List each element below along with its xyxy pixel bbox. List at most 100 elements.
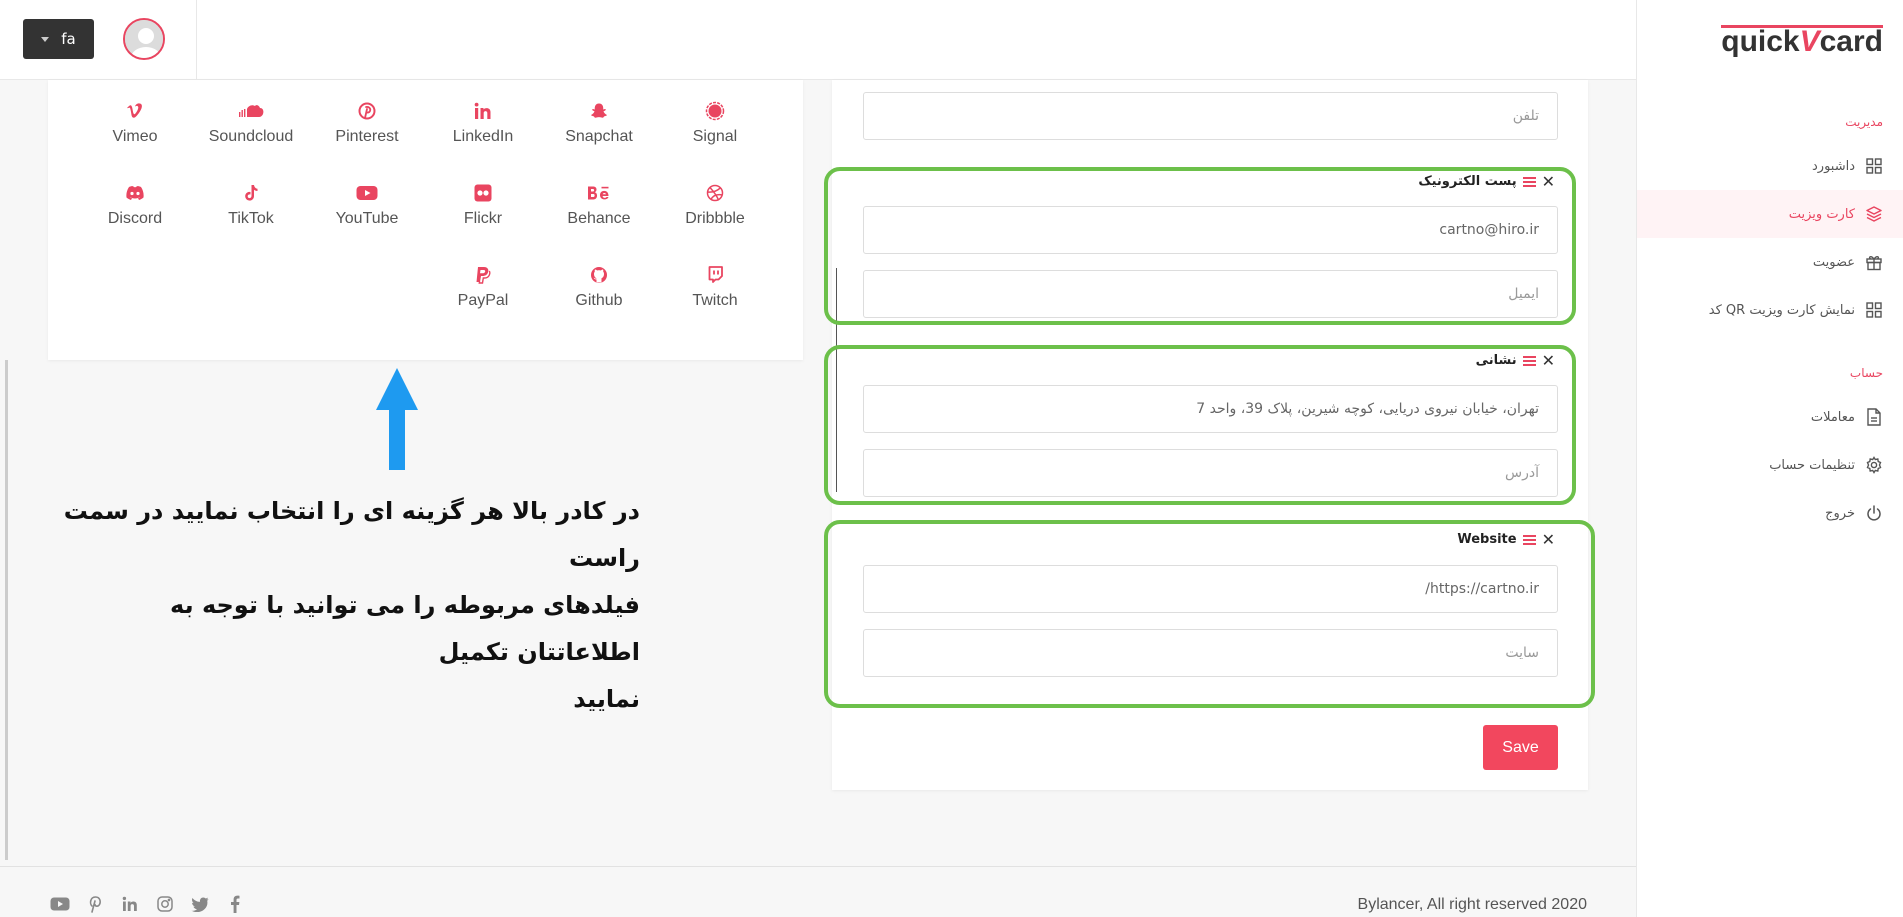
social-label: Snapchat [565,128,633,145]
language-label: fa [61,30,76,48]
email-label-field[interactable]: ایمیل [863,270,1558,318]
logo-text-card: card [1819,25,1883,58]
website-value: https://cartno.ir/ [1425,581,1539,597]
twitch-icon [660,264,770,286]
annotation-line-2: فیلدهای مربوطه را می توانید با توجه به ا… [170,591,640,666]
github-icon [544,264,654,286]
social-label: Soundcloud [208,128,294,145]
website-group-title: Website [1457,532,1517,547]
sidebar-item-qr-code[interactable]: کد QR نمایش کارت ویزیت [1637,286,1903,334]
sidebar-item-logout[interactable]: خروج [1637,489,1903,537]
save-button[interactable]: Save [1483,725,1558,770]
social-label: TikTok [228,210,274,227]
close-icon[interactable]: ✕ [1542,172,1555,191]
sidebar-item-label: تنظیمات حساب [1769,457,1855,473]
pinterest-icon[interactable] [85,895,105,913]
sidebar-item-business-card[interactable]: کارت ویزیت [1637,190,1903,238]
social-option-linkedin[interactable]: LinkedIn [428,100,538,146]
address-value-field[interactable]: تهران، خیابان نیروی دریایی، کوچه شیرین، … [863,385,1558,433]
close-icon[interactable]: ✕ [1542,530,1555,549]
social-option-dribbble[interactable]: Dribbble [660,182,770,228]
soundcloud-icon [196,100,306,122]
gift-icon [1865,253,1883,271]
sidebar-item-account-settings[interactable]: تنظیمات حساب [1637,441,1903,489]
social-option-soundcloud[interactable]: Soundcloud [196,100,306,146]
sidebar-item-membership[interactable]: عضویت [1637,238,1903,286]
social-label: Vimeo [112,128,158,145]
sidebar-item-transactions[interactable]: معاملات [1637,393,1903,441]
website-value-field[interactable]: https://cartno.ir/ [863,565,1558,613]
address-group-header: نشانی ✕ [1476,351,1555,370]
social-option-discord[interactable]: Discord [80,182,190,228]
logo-text-v: V [1799,25,1820,58]
social-option-paypal[interactable]: PayPal [428,264,538,310]
social-label: LinkedIn [452,128,514,145]
email-value-field[interactable]: cartno@hiro.ir [863,206,1558,254]
behance-icon [544,182,654,204]
social-option-behance[interactable]: Behance [544,182,654,228]
annotation-text: در کادر بالا هر گزینه ای را انتخاب نمایی… [60,488,640,723]
social-label: Behance [567,210,631,227]
drag-handle-icon[interactable] [1522,355,1536,366]
sidebar-item-label: داشبورد [1812,158,1855,174]
social-option-signal[interactable]: Signal [660,100,770,146]
social-label: Signal [692,128,738,145]
gear-icon [1865,456,1883,474]
close-icon[interactable]: ✕ [1542,351,1555,370]
phone-placeholder: تلفن [1512,108,1539,124]
website-group-header: Website ✕ [1457,530,1555,549]
logo[interactable]: quick Vcard [1721,22,1883,62]
social-networks-panel: Vimeo Soundcloud Pinterest LinkedIn Snap… [48,80,803,360]
copyright-text: Bylancer, All right reserved 2020 [1357,896,1587,913]
sidebar-item-label: کد QR نمایش کارت ویزیت [1708,302,1855,318]
email-group-header: پست الکترونیک ✕ [1418,172,1555,191]
annotation-line-3: نمایید [573,685,640,713]
facebook-icon[interactable] [225,895,245,913]
social-label: PayPal [457,292,509,309]
social-label: Twitch [692,292,738,309]
social-option-github[interactable]: Github [544,264,654,310]
social-option-pinterest[interactable]: Pinterest [312,100,422,146]
snapchat-icon [544,100,654,122]
layers-icon [1865,205,1883,223]
power-icon [1865,504,1883,522]
address-label-field[interactable]: آدرس [863,449,1558,497]
social-option-flickr[interactable]: Flickr [428,182,538,228]
youtube-icon[interactable] [50,895,70,913]
social-label: YouTube [335,210,399,227]
email-value: cartno@hiro.ir [1439,222,1539,238]
social-option-youtube[interactable]: YouTube [312,182,422,228]
paypal-icon [428,264,538,286]
drag-handle-icon[interactable] [1522,176,1536,187]
grid-icon [1865,157,1883,175]
drag-handle-icon[interactable] [1522,534,1536,545]
youtube-icon [312,182,422,204]
annotation-line-1: در کادر بالا هر گزینه ای را انتخاب نمایی… [63,497,640,572]
social-option-twitch[interactable]: Twitch [660,264,770,310]
sidebar-item-dashboard[interactable]: داشبورد [1637,142,1903,190]
website-label-field[interactable]: سایت [863,629,1558,677]
social-option-snapchat[interactable]: Snapchat [544,100,654,146]
linkedin-icon[interactable] [120,895,140,913]
sidebar-item-label: عضویت [1812,254,1855,270]
vimeo-icon [80,100,190,122]
logo-text-quick: quick [1721,25,1800,58]
linkedin-icon [428,100,538,122]
document-icon [1865,408,1883,426]
sidebar: quick Vcard مدیریت داشبورد کارت ویزیت عضو… [1636,0,1903,917]
twitter-icon[interactable] [190,895,210,913]
instagram-icon[interactable] [155,895,175,913]
pinterest-icon [312,100,422,122]
section-title-management: مدیریت [1845,115,1883,129]
language-dropdown[interactable]: fa [23,19,94,59]
social-option-tiktok[interactable]: TikTok [196,182,306,228]
phone-label-field[interactable]: تلفن [863,92,1558,140]
social-label: Discord [107,210,163,227]
avatar[interactable] [123,18,165,60]
website-label-placeholder: سایت [1505,645,1539,661]
social-label: Flickr [463,210,503,227]
signal-icon [660,100,770,122]
flickr-icon [428,182,538,204]
social-label: Pinterest [335,128,399,145]
social-option-vimeo[interactable]: Vimeo [80,100,190,146]
